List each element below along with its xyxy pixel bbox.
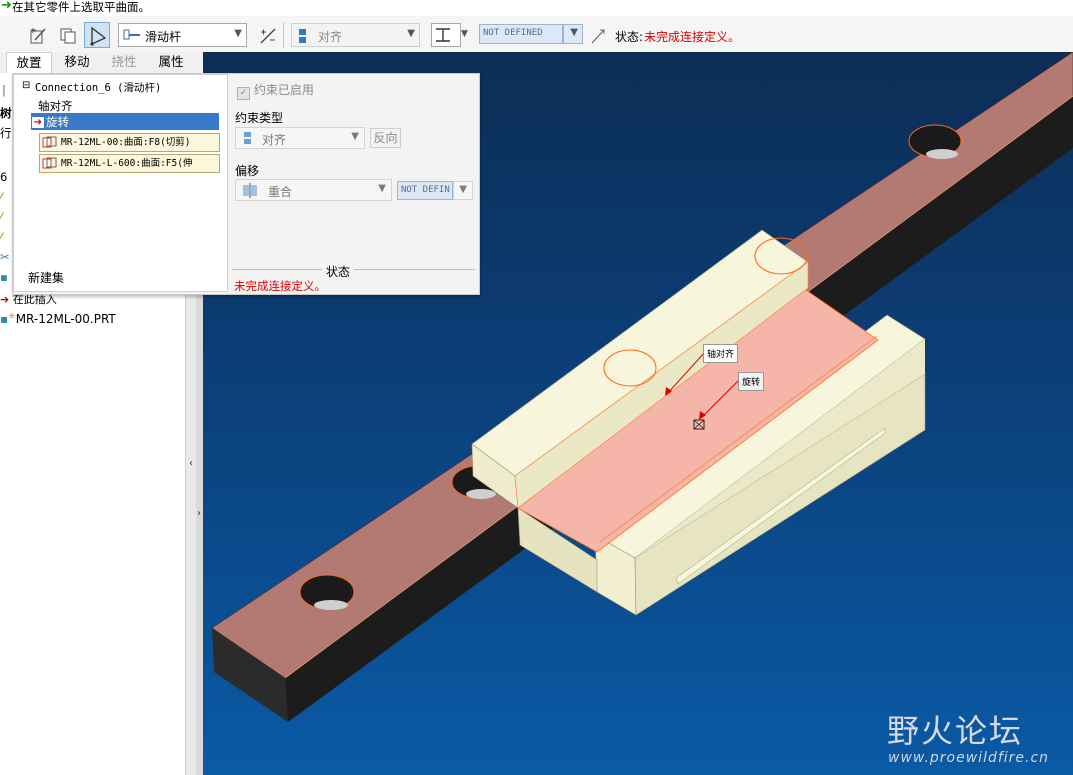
offset-value-dropdown[interactable]: ▼ [453, 181, 473, 200]
offset-value-dropdown[interactable]: ▼ [563, 24, 583, 44]
slider-icon [123, 28, 141, 45]
new-set-link[interactable]: 新建集 [28, 269, 64, 286]
constraint-type-dropdown[interactable]: 对齐 ▼ [235, 127, 365, 149]
constraint-enabled-checkbox[interactable]: ✓ 约束已启用 [237, 81, 314, 100]
tree-item-rotate[interactable]: ➔ 旋转 [31, 113, 219, 130]
placement-panel: ⊟ Connection_6 (滑动杆) 轴对齐 ➔ 旋转 MR-12ML-00:… [12, 73, 480, 295]
connection-mechanism-icon[interactable] [84, 22, 110, 48]
tab-placement[interactable]: 放置 [6, 52, 52, 73]
connection-root[interactable]: Connection_6 (滑动杆) [35, 80, 161, 95]
offset-label: 偏移 [235, 164, 260, 178]
watermark-brand: 野火论坛 [887, 712, 1024, 750]
constraint-type-select[interactable]: 对齐 ▼ [291, 23, 420, 47]
offset-value-field[interactable]: NOT DEFIN [397, 181, 453, 200]
checkbox-checked-icon: ✓ [237, 87, 250, 100]
flip-direction-icon[interactable] [254, 22, 280, 48]
status-text: 未完成连接定义。 [234, 279, 326, 293]
offset-type-dropdown[interactable]: 重合 ▼ [235, 179, 392, 201]
constraint-type-value: 对齐 [318, 30, 343, 44]
chevron-down-icon: ▼ [459, 184, 467, 195]
status-label: 状态: [615, 30, 644, 44]
user-defined-icon[interactable] [25, 22, 51, 48]
status-header: 状态 [322, 263, 355, 280]
align-icon [244, 132, 251, 144]
constraint-type-label: 约束类型 [235, 111, 284, 125]
surface-icon [42, 157, 58, 170]
chevron-down-icon: ▼ [407, 28, 415, 39]
message-text: 在其它零件上选取平曲面。 [12, 0, 150, 14]
align-icon [296, 28, 310, 47]
offset-value-field[interactable]: NOT DEFINED [479, 24, 563, 44]
coincident-icon [436, 28, 450, 42]
flip-offset-icon[interactable] [586, 22, 608, 48]
offset-type-select[interactable] [431, 23, 461, 47]
tab-flexibility[interactable]: 挠性 [101, 52, 147, 73]
chevron-down-icon: ▼ [234, 28, 242, 39]
reference-surface-1[interactable]: MR-12ML-00:曲面:F8(切剪) [39, 133, 220, 152]
chevron-down-icon: ▼ [378, 183, 386, 194]
expand-right-icon[interactable]: › [197, 508, 201, 519]
insert-arrow-icon: ➔ [0, 293, 10, 306]
collapse-left-icon[interactable]: ‹ [189, 458, 193, 469]
chevron-down-icon: ▼ [461, 29, 468, 39]
surface-icon [42, 136, 58, 149]
tab-move[interactable]: 移动 [54, 52, 100, 73]
dashboard-toolbar: 滑动杆 ▼ 对齐 ▼ ▼ NOT DEFINED ▼ 状态: 未完成连接定义。 [0, 16, 1073, 52]
reference-surface-2[interactable]: MR-12ML-L-600:曲面:F5(伸 [39, 154, 220, 173]
coincident-icon [243, 183, 257, 198]
tree-item-axis-align[interactable]: 轴对齐 [38, 98, 73, 114]
watermark-url: www.proewildfire.cn [888, 750, 1050, 766]
chevron-down-icon: ▼ [570, 27, 578, 38]
connection-type-select[interactable]: 滑动杆 ▼ [118, 23, 247, 47]
pointer-arrow-icon: ➔ [32, 117, 44, 128]
message-bar: ➜ 在其它零件上选取平曲面。 [0, 0, 1073, 16]
part-tree-item[interactable]: ▪✳MR-12ML-00.PRT [0, 312, 116, 326]
callout-axis-align: 轴对齐 [703, 344, 739, 363]
flip-button[interactable]: 反向 [370, 128, 401, 148]
callout-rotate: 旋转 [738, 372, 765, 391]
collapse-icon[interactable]: ⊟ [22, 80, 30, 91]
tab-properties[interactable]: 属性 [148, 52, 194, 73]
constraint-tree: ⊟ Connection_6 (滑动杆) 轴对齐 ➔ 旋转 MR-12ML-00:… [13, 74, 228, 292]
chevron-down-icon: ▼ [351, 131, 359, 142]
status-value: 未完成连接定义。 [644, 30, 741, 44]
arrow-right-icon: ➜ [1, 0, 12, 13]
part-icon: ▪ [0, 312, 9, 326]
connection-type-value: 滑动杆 [145, 30, 182, 44]
copy-assembly-icon[interactable] [54, 22, 80, 48]
